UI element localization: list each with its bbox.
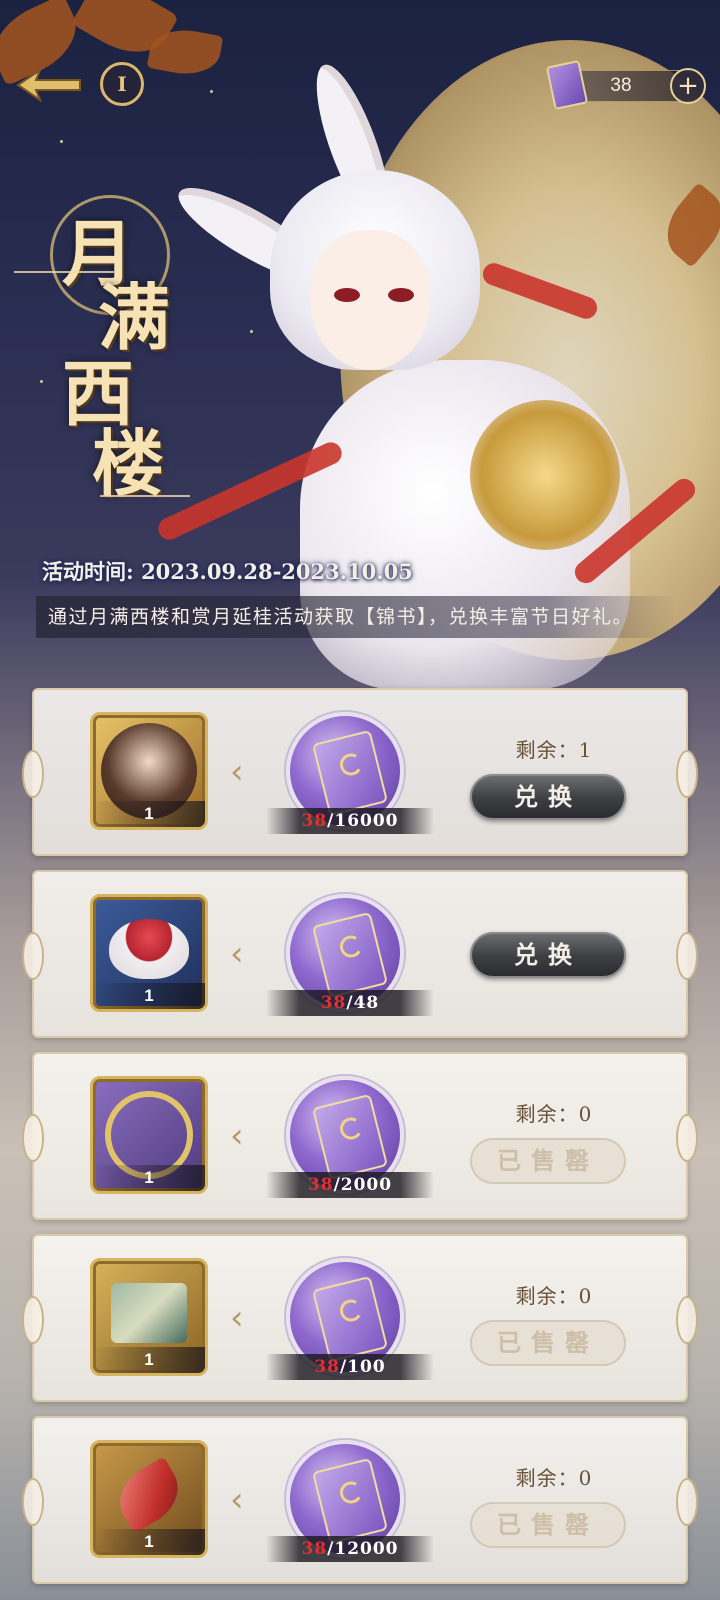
character-eye (388, 288, 414, 302)
item-quantity: 1 (93, 983, 205, 1009)
add-currency-button[interactable]: + (670, 68, 706, 104)
exchange-row: 1 ‹ 38/100 剩余：0 已售罄 (22, 1234, 698, 1402)
envelope-gift-icon (111, 1283, 187, 1343)
reward-item[interactable]: 1 (90, 1076, 208, 1194)
cost-have: 38 (314, 1357, 340, 1377)
cost-need: /12000 (327, 1539, 399, 1559)
back-button[interactable] (14, 62, 84, 108)
reward-item[interactable]: 1 (90, 894, 208, 1012)
cost-need: /2000 (333, 1175, 393, 1195)
double-chevron-left-icon: ‹ (230, 1480, 244, 1520)
exchange-button[interactable]: 兑换 (470, 774, 626, 820)
double-chevron-left-icon: ‹ (230, 1298, 244, 1338)
soup-bowl-icon (109, 919, 189, 979)
remaining-count: 剩余：0 (515, 1102, 593, 1126)
title-divider (14, 271, 114, 273)
jinshu-token-icon (311, 729, 389, 817)
remaining-count: 剩余：0 (515, 1284, 593, 1308)
sold-out-button: 已售罄 (470, 1320, 626, 1366)
star (60, 140, 63, 143)
star (210, 90, 213, 93)
jinshu-token-icon (311, 1457, 389, 1545)
cost-need: /16000 (327, 811, 399, 831)
info-icon: I (117, 72, 127, 96)
remaining-count: 剩余：0 (515, 1466, 593, 1490)
help-button[interactable]: I (100, 62, 144, 106)
cost-need: /48 (346, 993, 380, 1013)
exchange-row: 1 ‹ 38/12000 剩余：0 已售罄 (22, 1416, 698, 1584)
item-quantity: 1 (93, 1165, 205, 1191)
currency-bar: 38 + (545, 59, 706, 111)
event-description: 通过月满西楼和赏月延桂活动获取【锦书】，兑换丰富节日好礼。 (36, 596, 676, 638)
item-quantity: 1 (93, 1529, 205, 1555)
cost-need: /100 (339, 1357, 386, 1377)
star (250, 330, 253, 333)
jinshu-token-icon (311, 1275, 389, 1363)
cost-progress: 38/16000 (266, 808, 434, 834)
cost-have: 38 (301, 811, 328, 831)
double-chevron-left-icon: ‹ (230, 752, 244, 792)
cost-progress: 38/100 (266, 1354, 434, 1380)
reward-item[interactable]: 1 (90, 712, 208, 830)
item-quantity: 1 (93, 801, 205, 827)
cost-have: 38 (307, 1175, 334, 1195)
double-chevron-left-icon: ‹ (230, 934, 244, 974)
cost-progress: 38/2000 (266, 1172, 434, 1198)
red-feather-icon (108, 1456, 190, 1534)
exchange-button[interactable]: 兑换 (470, 932, 626, 978)
jinshu-token-icon (311, 911, 389, 999)
event-time: 活动时间: 2023.09.28-2023.10.05 (42, 559, 413, 584)
sold-out-button: 已售罄 (470, 1502, 626, 1548)
character-face (310, 230, 430, 370)
reward-item[interactable]: 1 (90, 1440, 208, 1558)
cost-progress: 38/48 (266, 990, 434, 1016)
remaining-count: 剩余：1 (515, 738, 593, 762)
jinshu-token-icon (311, 1093, 389, 1181)
currency-count: 38 (610, 75, 632, 96)
cost-progress: 38/12000 (266, 1536, 434, 1562)
plus-icon: + (677, 71, 699, 101)
title-divider (100, 495, 190, 497)
exchange-row: 1 ‹ 38/2000 剩余：0 已售罄 (22, 1052, 698, 1220)
gold-ornament (470, 400, 620, 550)
double-chevron-left-icon: ‹ (230, 1116, 244, 1156)
item-quantity: 1 (93, 1347, 205, 1373)
back-arrow-icon (16, 67, 81, 103)
exchange-row: 1 ‹ 38/16000 剩余：1 兑换 (22, 688, 698, 856)
event-title: 月 满 西 楼 (14, 195, 190, 515)
reward-item[interactable]: 1 (90, 1258, 208, 1376)
character-eye (334, 288, 360, 302)
cost-have: 38 (301, 1539, 328, 1559)
sold-out-button: 已售罄 (470, 1138, 626, 1184)
cost-have: 38 (320, 993, 347, 1013)
exchange-row: 1 ‹ 38/48 兑换 (22, 870, 698, 1038)
